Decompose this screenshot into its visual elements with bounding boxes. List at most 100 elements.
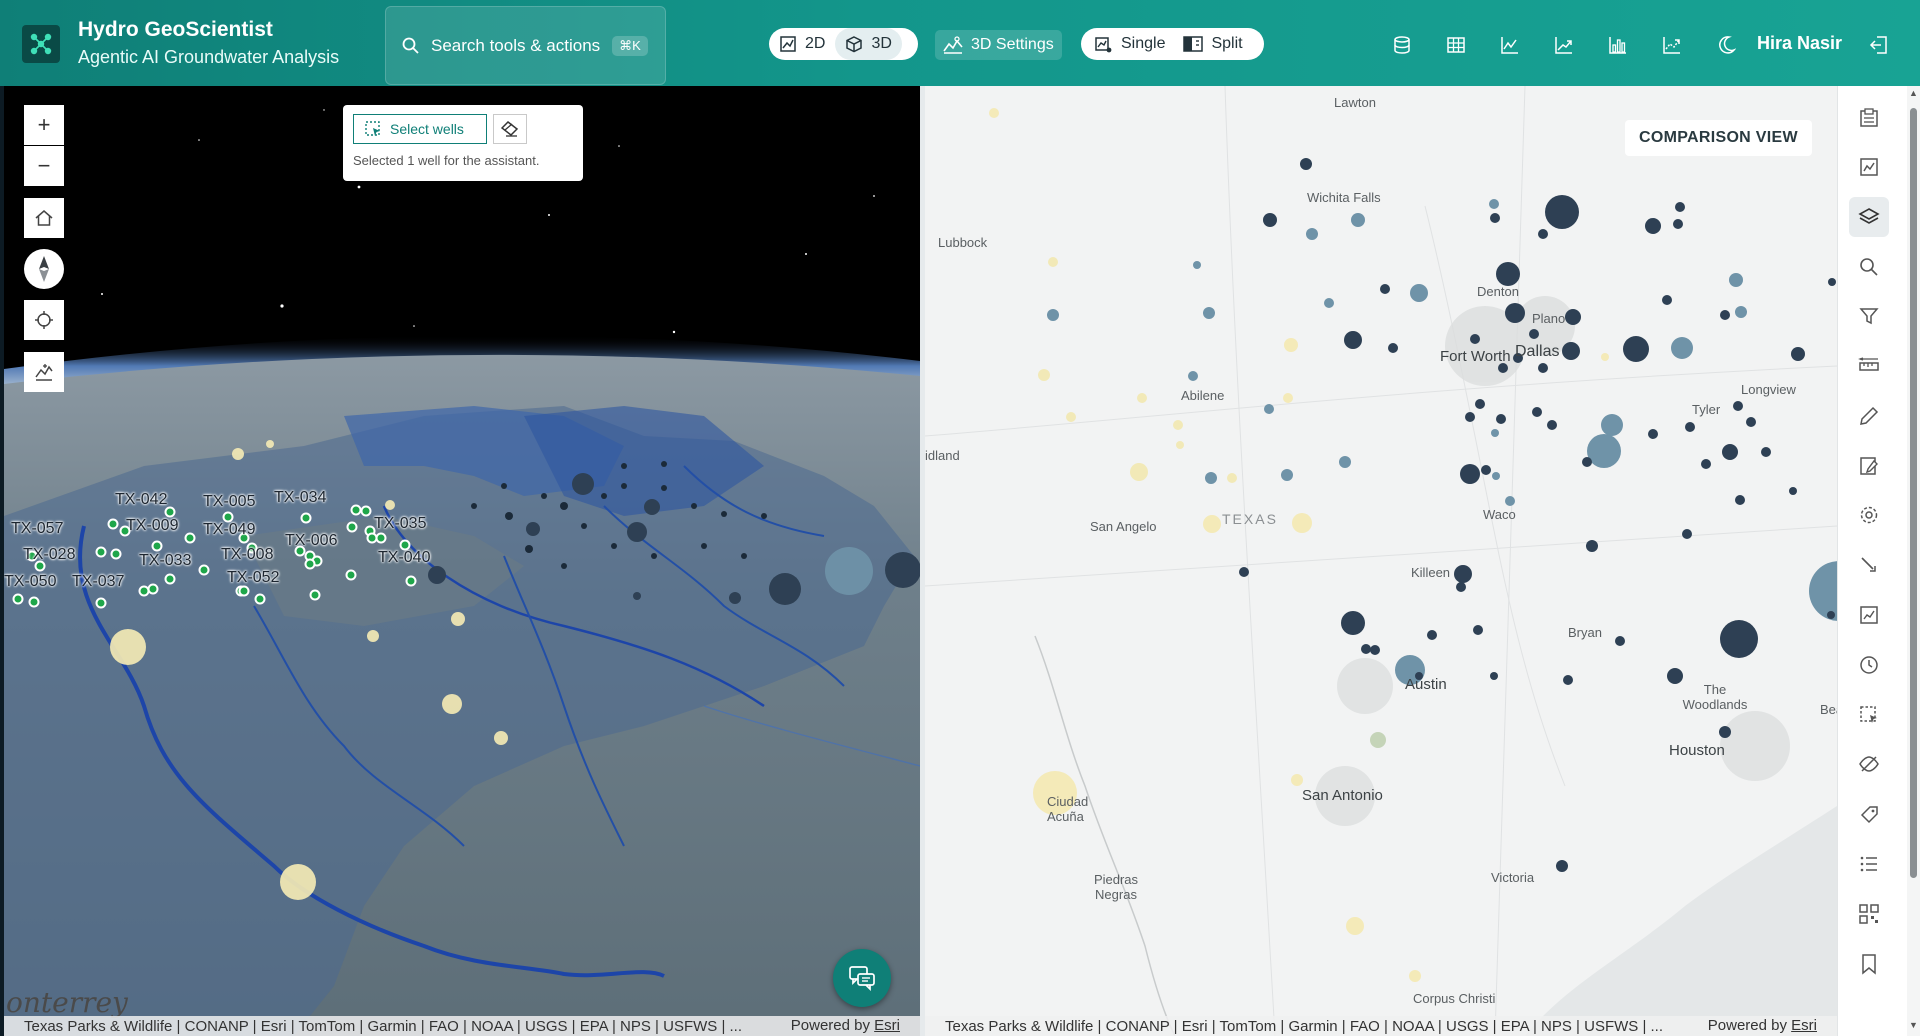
esri-link[interactable]: Esri: [1791, 1017, 1817, 1034]
eye-off-icon[interactable]: [1849, 744, 1889, 784]
split-screen-icon: [1183, 36, 1204, 52]
well-label[interactable]: TX-008: [221, 546, 273, 564]
well-label[interactable]: TX-035: [374, 515, 426, 533]
city-label: Denton: [1477, 284, 1519, 299]
powered-by-label: Powered by: [1707, 1017, 1787, 1034]
3d-settings-label: 3D Settings: [971, 36, 1054, 53]
scroll-down-icon[interactable]: ▼: [1909, 1020, 1918, 1030]
well-label[interactable]: TX-005: [203, 493, 255, 511]
line-chart-icon[interactable]: [1483, 30, 1537, 60]
city-label: Fort Worth: [1440, 348, 1511, 365]
well-label[interactable]: TX-009: [126, 517, 178, 535]
app-logo: [22, 25, 60, 63]
edit-note-icon[interactable]: [1849, 446, 1889, 486]
bookmark-icon[interactable]: [1849, 944, 1889, 984]
database-icon[interactable]: [1375, 30, 1429, 60]
view-3d-label: 3D: [871, 35, 892, 52]
moon-icon[interactable]: [1699, 30, 1753, 60]
layers-icon[interactable]: [1849, 197, 1889, 237]
well-label[interactable]: TX-028: [23, 546, 75, 564]
city-label: Piedras Negras: [1093, 872, 1139, 902]
map-view-2d[interactable]: COMPARISON VIEW Lawton Wichita Falls Lub…: [925, 86, 1837, 1036]
map-city-label: onterrey: [6, 986, 128, 1019]
tag-icon[interactable]: [1849, 794, 1889, 834]
3d-settings-button[interactable]: 3D Settings: [935, 30, 1062, 60]
comparison-map[interactable]: [925, 86, 1837, 1036]
city-label: Abilene: [1181, 388, 1225, 403]
single-view-button[interactable]: Single: [1081, 28, 1175, 60]
logout-icon[interactable]: [1864, 30, 1894, 60]
well-label[interactable]: TX-040: [378, 549, 430, 567]
clear-selection-button[interactable]: [493, 114, 527, 144]
powered-by-label: Powered by: [790, 1017, 870, 1034]
city-label: Longview: [1741, 382, 1796, 397]
pencil-icon[interactable]: [1849, 396, 1889, 436]
city-label: Tyler: [1692, 402, 1721, 417]
qr-code-icon[interactable]: [1849, 894, 1889, 934]
city-label: Waco: [1483, 507, 1516, 522]
layout-mode-toggle: Single Split: [1081, 28, 1264, 60]
chart-panel-icon[interactable]: [1849, 147, 1889, 187]
city-label: Austin: [1405, 676, 1447, 693]
top-header: Hydro GeoScientist Agentic AI Groundwate…: [0, 0, 1920, 86]
scrollbar-thumb[interactable]: [1910, 108, 1917, 878]
locate-button[interactable]: [24, 300, 64, 340]
list-icon[interactable]: [1849, 844, 1889, 884]
state-label: TEXAS: [1222, 511, 1278, 527]
well-label[interactable]: TX-057: [11, 520, 63, 538]
select-wells-label: Select wells: [390, 121, 464, 137]
right-toolbar: [1837, 86, 1907, 1036]
settings-icon[interactable]: [1849, 495, 1889, 535]
split-view-button[interactable]: Split: [1175, 28, 1252, 60]
report-icon[interactable]: [1849, 595, 1889, 635]
history-icon[interactable]: [1849, 645, 1889, 685]
scrollbar[interactable]: ▲ ▼: [1907, 86, 1920, 1036]
city-label: Bea: [1820, 702, 1837, 717]
user-name[interactable]: Hira Nasir: [1757, 33, 1842, 54]
city-label: Lubbock: [938, 235, 988, 250]
powered-by: Powered by Esri: [791, 1017, 900, 1034]
select-wells-button[interactable]: Select wells: [353, 114, 487, 144]
assistant-chat-button[interactable]: [833, 949, 891, 1007]
forecast-chart-icon[interactable]: [1645, 30, 1699, 60]
home-button[interactable]: [24, 198, 64, 238]
well-label[interactable]: TX-034: [274, 489, 326, 507]
city-label: Houston: [1669, 742, 1725, 759]
header-tools: [1375, 30, 1753, 60]
esri-link[interactable]: Esri: [874, 1017, 900, 1034]
cube-icon: [846, 36, 863, 53]
scroll-up-icon[interactable]: ▲: [1909, 88, 1918, 98]
pen-tool-icon[interactable]: [1849, 545, 1889, 585]
zoom-in-button[interactable]: +: [24, 105, 64, 145]
well-label[interactable]: TX-052: [227, 569, 279, 587]
filter-icon[interactable]: [1849, 296, 1889, 336]
measure-icon[interactable]: [1849, 346, 1889, 386]
table-icon[interactable]: [1429, 30, 1483, 60]
elevation-profile-button[interactable]: [24, 352, 64, 392]
command-search[interactable]: Search tools & actions ⌘K: [385, 6, 666, 85]
bar-chart-icon[interactable]: [1591, 30, 1645, 60]
view-mode-toggle: 2D 3D: [769, 28, 918, 60]
select-area-icon[interactable]: [1849, 695, 1889, 735]
home-icon: [35, 210, 53, 226]
well-label[interactable]: TX-033: [139, 552, 191, 570]
city-label: Ciudad Acuña: [1047, 794, 1089, 824]
search-icon[interactable]: [1849, 247, 1889, 287]
powered-by: Powered by Esri: [1708, 1017, 1817, 1034]
search-icon: [402, 37, 419, 54]
trend-chart-icon[interactable]: [1537, 30, 1591, 60]
view-3d-button[interactable]: 3D: [835, 28, 902, 60]
basemap-icon[interactable]: [1849, 98, 1889, 138]
app-title: Hydro GeoScientist: [78, 18, 273, 41]
zoom-out-button[interactable]: −: [24, 146, 64, 186]
scene-view-3d[interactable]: TX-042 TX-005 TX-034 TX-057 TX-009 TX-04…: [4, 86, 920, 1036]
compass-button[interactable]: [24, 249, 64, 289]
single-map-icon: [1095, 37, 1112, 53]
well-label[interactable]: TX-006: [285, 532, 337, 550]
view-2d-button[interactable]: 2D: [769, 28, 835, 60]
well-label[interactable]: TX-049: [203, 521, 255, 539]
well-label[interactable]: TX-042: [115, 491, 167, 509]
well-label[interactable]: TX-037: [72, 573, 124, 591]
attribution-sources: Texas Parks & Wildlife | CONANP | Esri |…: [24, 1017, 743, 1035]
well-label[interactable]: TX-050: [4, 573, 56, 591]
